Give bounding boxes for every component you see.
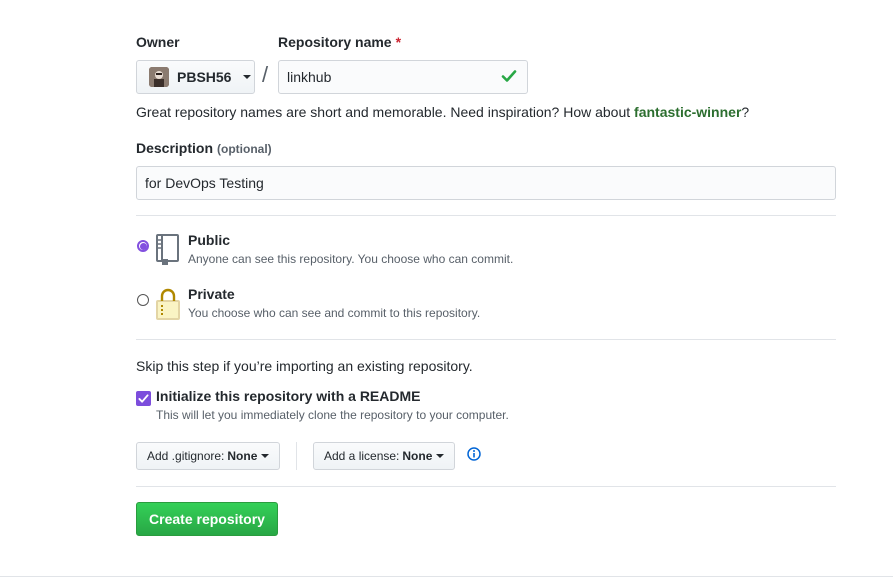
private-note: You choose who can see and commit to thi… — [188, 306, 481, 320]
owner-value: PBSH56 — [177, 69, 232, 85]
check-icon — [501, 68, 517, 89]
private-radio[interactable] — [137, 294, 149, 306]
owner-select[interactable]: PBSH56 — [136, 60, 255, 94]
repo-name-input[interactable] — [278, 60, 528, 94]
readme-note: This will let you immediately clone the … — [156, 408, 509, 422]
divider — [136, 339, 836, 340]
create-repository-button[interactable]: Create repository — [136, 502, 278, 536]
readme-checkbox[interactable] — [136, 391, 151, 406]
required-marker: * — [395, 34, 402, 50]
repo-name-label: Repository name * — [278, 34, 402, 50]
optional-tag: (optional) — [217, 142, 272, 156]
repo-name-hint: Great repository names are short and mem… — [136, 104, 750, 120]
public-radio[interactable] — [137, 240, 149, 252]
chevron-down-icon — [436, 454, 445, 458]
info-icon[interactable] — [467, 447, 481, 466]
repo-book-icon — [155, 234, 181, 271]
public-title: Public — [188, 232, 231, 248]
divider — [136, 215, 836, 216]
private-title: Private — [188, 286, 235, 302]
footer-divider — [0, 576, 893, 577]
suggested-name-link[interactable]: fantastic-winner — [634, 104, 741, 120]
description-input[interactable] — [136, 166, 836, 200]
readme-title: Initialize this repository with a README — [156, 388, 421, 404]
gitignore-value: None — [227, 449, 258, 463]
avatar — [149, 67, 169, 87]
skip-hint: Skip this step if you’re importing an ex… — [136, 358, 473, 374]
divider — [136, 486, 836, 487]
owner-label: Owner — [136, 34, 180, 50]
description-label: Description (optional) — [136, 140, 272, 156]
lock-icon — [155, 287, 181, 325]
owner-repo-separator: / — [262, 62, 269, 87]
license-value: None — [402, 449, 433, 463]
chevron-down-icon — [261, 454, 270, 458]
gitignore-select[interactable]: Add .gitignore: None — [136, 442, 281, 470]
divider — [296, 442, 297, 470]
checkmark-icon — [138, 394, 149, 403]
public-note: Anyone can see this repository. You choo… — [188, 252, 514, 266]
chevron-down-icon — [243, 75, 252, 79]
license-select[interactable]: Add a license: None — [313, 442, 456, 470]
